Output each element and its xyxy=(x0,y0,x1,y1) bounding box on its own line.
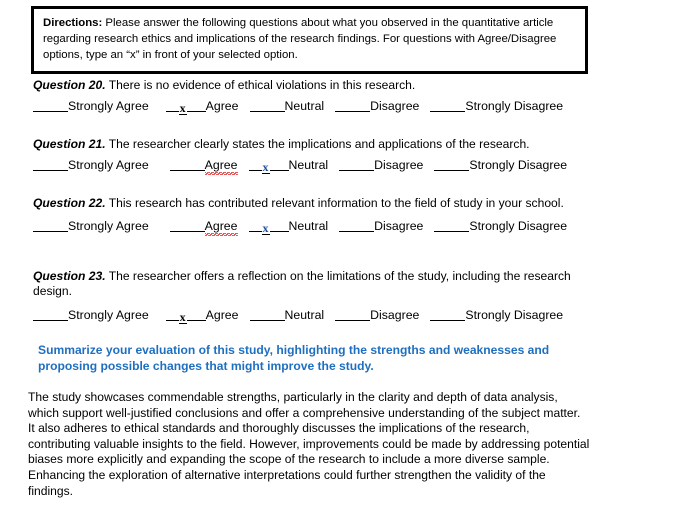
directions-body: Please answer the following questions ab… xyxy=(43,17,557,62)
blank-line[interactable] xyxy=(430,309,466,321)
question-block-21: Question 21. The researcher clearly stat… xyxy=(33,137,633,176)
option-strongly-disagree[interactable]: Strongly Disagree xyxy=(434,157,567,173)
question-23-statement: The researcher offers a reflection on th… xyxy=(33,269,571,299)
blank-line[interactable] xyxy=(169,220,205,233)
option-strongly-agree[interactable]: Strongly Agree xyxy=(33,307,149,323)
question-21-options: Strongly Agree Agree x Neutral Disagree Stron… xyxy=(33,157,633,176)
option-agree[interactable]: Agree xyxy=(169,218,238,237)
blank-line[interactable] xyxy=(434,159,470,172)
blank-line[interactable] xyxy=(186,309,206,321)
option-strongly-disagree[interactable]: Strongly Disagree xyxy=(434,218,567,234)
question-23-label: Question 23. xyxy=(33,269,106,283)
blank-line[interactable] xyxy=(430,100,466,113)
option-disagree[interactable]: Disagree xyxy=(339,157,423,173)
summarize-prompt: Summarize your evaluation of this study,… xyxy=(38,343,550,373)
selection-mark[interactable]: x xyxy=(178,102,187,116)
question-22-text: Question 22. This research has contribut… xyxy=(33,196,593,211)
option-label: Neutral xyxy=(284,99,325,114)
question-21-label: Question 21. xyxy=(33,137,106,151)
blank-line[interactable] xyxy=(335,309,371,321)
response-paragraph[interactable]: The study showcases commendable strength… xyxy=(28,390,590,499)
blank-line[interactable] xyxy=(248,159,262,172)
option-disagree[interactable]: Disagree xyxy=(335,98,419,114)
blank-line[interactable] xyxy=(165,309,179,321)
blank-line[interactable] xyxy=(249,100,285,113)
blank-line[interactable] xyxy=(269,159,289,172)
question-20-label: Question 20. xyxy=(33,78,106,92)
blank-line[interactable] xyxy=(339,220,375,233)
option-label: Disagree xyxy=(370,99,420,114)
blank-line[interactable] xyxy=(186,100,206,113)
blank-line[interactable] xyxy=(434,220,470,233)
option-neutral[interactable]: Neutral xyxy=(249,307,325,323)
option-label: Agree xyxy=(205,99,239,114)
option-label: Disagree xyxy=(370,307,420,322)
blank-line[interactable] xyxy=(33,220,68,233)
option-strongly-agree[interactable]: Strongly Agree xyxy=(33,157,149,173)
option-label: Neutral xyxy=(288,158,329,173)
option-agree[interactable]: x Agree xyxy=(165,98,239,116)
blank-line[interactable] xyxy=(165,100,179,113)
blank-line[interactable] xyxy=(248,220,262,233)
question-20-statement: There is no evidence of ethical violatio… xyxy=(105,78,416,92)
option-label: Agree xyxy=(205,307,239,322)
blank-line[interactable] xyxy=(169,159,205,172)
selection-mark[interactable]: x xyxy=(178,311,187,324)
option-strongly-disagree[interactable]: Strongly Disagree xyxy=(430,307,563,323)
option-label: Strongly Disagree xyxy=(465,99,564,114)
option-label: Strongly Agree xyxy=(68,99,149,114)
question-22-statement: This research has contributed relevant i… xyxy=(105,196,564,210)
option-strongly-agree[interactable]: Strongly Agree xyxy=(33,218,149,234)
option-label: Agree xyxy=(204,219,238,237)
selection-mark[interactable]: x xyxy=(261,222,270,236)
option-label: Strongly Disagree xyxy=(465,307,564,322)
question-22-options: Strongly Agree Agree x Neutral Disagree Stron… xyxy=(33,218,633,237)
directions-text: Directions: Please answer the following … xyxy=(43,15,576,64)
question-block-23: Question 23. The researcher offers a ref… xyxy=(33,269,633,324)
question-21-statement: The researcher clearly states the implic… xyxy=(105,137,530,151)
option-neutral[interactable]: x Neutral xyxy=(248,157,329,175)
option-label: Disagree xyxy=(374,158,424,173)
selection-mark[interactable]: x xyxy=(261,161,270,175)
question-21-text: Question 21. The researcher clearly stat… xyxy=(33,137,593,152)
option-label: Agree xyxy=(204,158,238,176)
option-label: Neutral xyxy=(284,307,325,322)
option-label: Strongly Disagree xyxy=(469,219,568,234)
directions-box: Directions: Please answer the following … xyxy=(31,6,588,74)
question-block-22: Question 22. This research has contribut… xyxy=(33,196,633,237)
blank-line[interactable] xyxy=(339,159,375,172)
blank-line[interactable] xyxy=(33,309,68,321)
question-23-text: Question 23. The researcher offers a ref… xyxy=(33,269,593,300)
question-block-20: Question 20. There is no evidence of eth… xyxy=(33,78,633,116)
option-label: Disagree xyxy=(374,219,424,234)
option-label: Strongly Agree xyxy=(68,158,149,173)
option-disagree[interactable]: Disagree xyxy=(339,218,423,234)
blank-line[interactable] xyxy=(269,220,289,233)
question-20-options: Strongly Agree x Agree Neutral Disagree Stron… xyxy=(33,98,633,116)
directions-label: Directions: xyxy=(43,17,103,29)
option-strongly-agree[interactable]: Strongly Agree xyxy=(33,98,149,114)
blank-line[interactable] xyxy=(249,309,285,321)
option-disagree[interactable]: Disagree xyxy=(335,307,419,323)
option-label: Strongly Disagree xyxy=(469,158,568,173)
option-neutral[interactable]: Neutral xyxy=(249,98,325,114)
blank-line[interactable] xyxy=(33,159,68,172)
document-page: Directions: Please answer the following … xyxy=(0,0,673,510)
option-label: Strongly Agree xyxy=(68,307,149,322)
option-agree[interactable]: x Agree xyxy=(165,307,239,324)
option-label: Neutral xyxy=(288,219,329,234)
option-neutral[interactable]: x Neutral xyxy=(248,218,329,236)
question-22-label: Question 22. xyxy=(33,196,106,210)
blank-line[interactable] xyxy=(33,100,68,113)
blank-line[interactable] xyxy=(335,100,371,113)
question-20-text: Question 20. There is no evidence of eth… xyxy=(33,78,593,93)
question-23-options: Strongly Agree x Agree Neutral Disagree Stron… xyxy=(33,307,633,324)
option-agree[interactable]: Agree xyxy=(169,157,238,176)
option-strongly-disagree[interactable]: Strongly Disagree xyxy=(430,98,563,114)
option-label: Strongly Agree xyxy=(68,219,149,234)
